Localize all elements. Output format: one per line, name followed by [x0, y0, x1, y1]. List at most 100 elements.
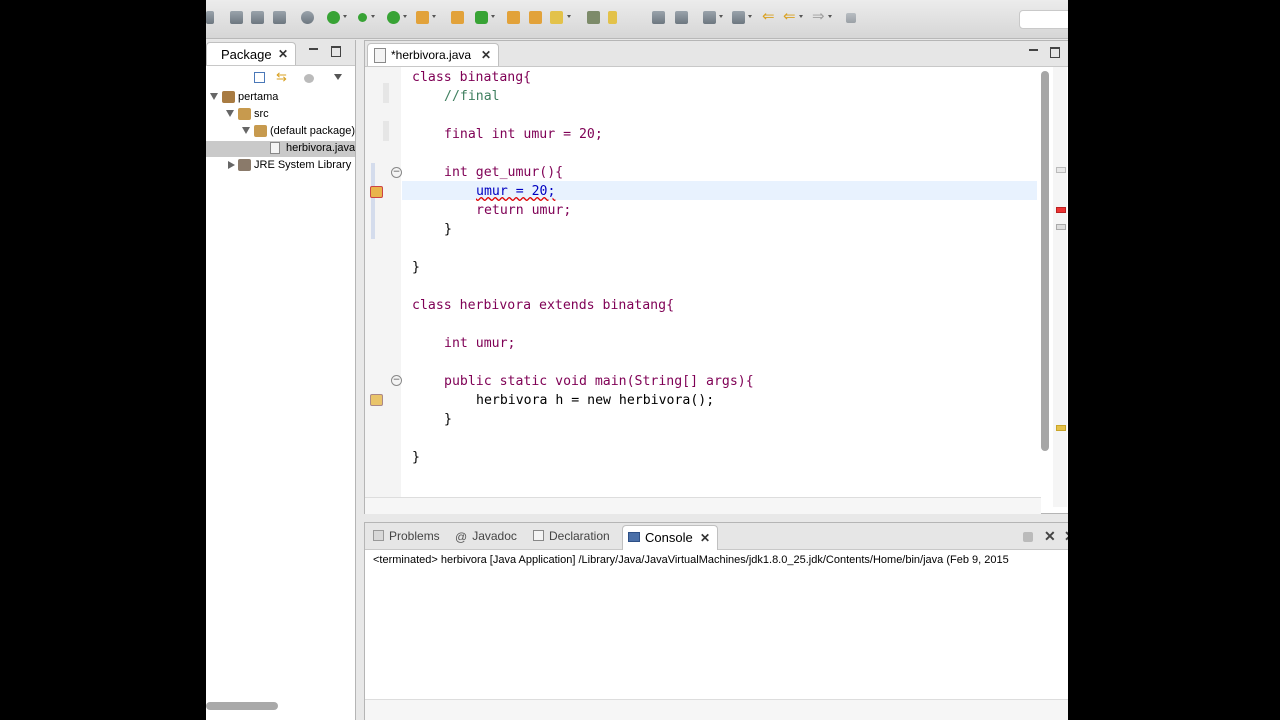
code-line: } [444, 222, 452, 237]
view-menu-icon[interactable] [304, 74, 314, 83]
code-line: class herbivora extends binatang{ [412, 298, 675, 313]
toggle-block-selection-icon[interactable] [652, 11, 665, 24]
console-status-line: <terminated> herbivora [Java Application… [373, 554, 1009, 566]
code-line: //final [444, 89, 500, 104]
code-line: } [444, 412, 452, 427]
code-line: } [412, 450, 420, 465]
show-whitespace-icon[interactable] [675, 11, 688, 24]
link-with-editor-icon[interactable]: ⇆ [276, 70, 290, 83]
error-marker[interactable] [1056, 207, 1066, 213]
chevron-down-icon[interactable] [334, 74, 342, 80]
eclipse-window: ⇐ ⇐ ⇒ Package ✕ ⇆ pertama src (default p… [206, 0, 1068, 720]
code-line: } [412, 260, 420, 275]
package-icon [254, 125, 267, 137]
new-java-project-icon[interactable] [451, 11, 464, 24]
forward-icon[interactable]: ⇒ [812, 9, 825, 24]
at-icon: @ [455, 530, 468, 544]
save-icon[interactable] [230, 11, 243, 24]
editor-tab-label: *herbivora.java [391, 48, 472, 62]
overview-ruler [1053, 67, 1067, 507]
collapse-all-icon[interactable] [254, 72, 265, 83]
java-file-icon [374, 48, 386, 63]
pin-editor-icon[interactable] [846, 13, 856, 23]
remove-all-launches-icon[interactable]: ✕ [1064, 528, 1068, 545]
tree-label: (default package) [270, 125, 355, 137]
console-view: Problems @ Javadoc Declaration Console ✕ … [364, 522, 1068, 720]
code-line: class binatang{ [412, 70, 532, 85]
back-icon[interactable]: ⇐ [783, 9, 796, 24]
close-icon[interactable]: ✕ [481, 48, 491, 62]
expand-icon[interactable] [226, 110, 234, 117]
code-line: public static void main(String[] args){ [444, 374, 754, 389]
horizontal-scrollbar[interactable] [365, 699, 1068, 720]
close-icon[interactable]: ✕ [700, 531, 710, 545]
editor-tabbar: *herbivora.java ✕ [365, 41, 1068, 67]
package-explorer: Package ✕ ⇆ pertama src (default package… [206, 40, 356, 720]
external-tools-icon[interactable] [416, 11, 429, 24]
debug-icon[interactable] [327, 11, 340, 24]
run-last-icon[interactable] [358, 13, 367, 22]
console-tabbar: Problems @ Javadoc Declaration Console ✕ … [365, 523, 1068, 550]
open-type-icon[interactable] [507, 11, 520, 24]
tab-problems[interactable]: Problems [373, 529, 440, 543]
error-lightbulb-icon[interactable] [370, 186, 383, 198]
problems-icon [373, 530, 384, 541]
last-edit-location-icon[interactable]: ⇐ [762, 9, 775, 24]
tree-label: pertama [238, 91, 279, 103]
code-area[interactable]: class binatang{ //final final int umur =… [402, 67, 1039, 497]
fold-icon[interactable]: − [391, 375, 402, 386]
toggle-mark-occurrences-icon[interactable] [587, 11, 600, 24]
expand-icon[interactable] [228, 161, 235, 169]
tree-item-src[interactable]: src [206, 107, 355, 123]
tab-javadoc[interactable]: @ Javadoc [455, 529, 517, 543]
tree-label: JRE System Library [254, 159, 352, 171]
tab-package-explorer[interactable]: Package ✕ [206, 42, 296, 65]
tree-label: herbivora.java [286, 142, 355, 154]
expand-icon[interactable] [242, 127, 250, 134]
maximize-icon[interactable] [331, 46, 341, 57]
expand-icon[interactable] [210, 93, 218, 100]
search-icon[interactable] [550, 11, 563, 24]
warning-marker[interactable] [1056, 425, 1066, 431]
terminate-icon[interactable] [1023, 532, 1033, 542]
source-folder-icon [238, 108, 251, 120]
new-icon[interactable] [206, 11, 214, 24]
tree-item-pertama[interactable]: pertama [206, 90, 355, 106]
open-task-icon[interactable] [529, 11, 542, 24]
editor-ruler: − − [365, 67, 402, 513]
tab-declaration[interactable]: Declaration [533, 529, 610, 543]
previous-annotation-icon[interactable] [732, 11, 745, 24]
console-tab-label: Console [645, 530, 693, 545]
print-icon[interactable] [273, 11, 286, 24]
warning-lightbulb-icon[interactable] [370, 394, 383, 406]
quick-access-input[interactable] [1019, 10, 1068, 29]
tab-console[interactable]: Console ✕ [622, 525, 718, 550]
java-file-icon [270, 142, 280, 154]
maximize-icon[interactable] [1050, 47, 1060, 58]
run-icon[interactable] [387, 11, 400, 24]
declaration-icon [533, 530, 544, 541]
code-line: int get_umur(){ [444, 165, 564, 180]
horizontal-scrollbar[interactable] [365, 497, 1041, 514]
minimize-icon[interactable] [309, 48, 318, 50]
remove-launch-icon[interactable]: ✕ [1044, 528, 1056, 545]
tree-item-herbivora-java[interactable]: herbivora.java [206, 141, 355, 157]
new-class-icon[interactable] [475, 11, 488, 24]
scrollbar-thumb[interactable] [206, 702, 278, 710]
refresh-icon[interactable] [301, 11, 314, 24]
code-line: int umur; [444, 336, 516, 351]
java-project-icon [222, 91, 235, 103]
fold-icon[interactable]: − [391, 167, 402, 178]
tree-item-default-package[interactable]: (default package) [206, 124, 355, 140]
horizontal-scrollbar[interactable] [206, 700, 355, 720]
java-editor: *herbivora.java ✕ − − class binatang{ //… [364, 40, 1068, 514]
save-all-icon[interactable] [251, 11, 264, 24]
tab-herbivora-java[interactable]: *herbivora.java ✕ [367, 43, 499, 66]
next-annotation-icon[interactable] [703, 11, 716, 24]
highlight-icon[interactable] [608, 11, 617, 24]
vertical-scrollbar[interactable] [1041, 67, 1049, 497]
close-icon[interactable]: ✕ [278, 47, 288, 61]
scrollbar-thumb[interactable] [1041, 71, 1049, 451]
tree-item-jre-system-library[interactable]: JRE System Library [206, 158, 355, 174]
minimize-icon[interactable] [1029, 49, 1038, 51]
